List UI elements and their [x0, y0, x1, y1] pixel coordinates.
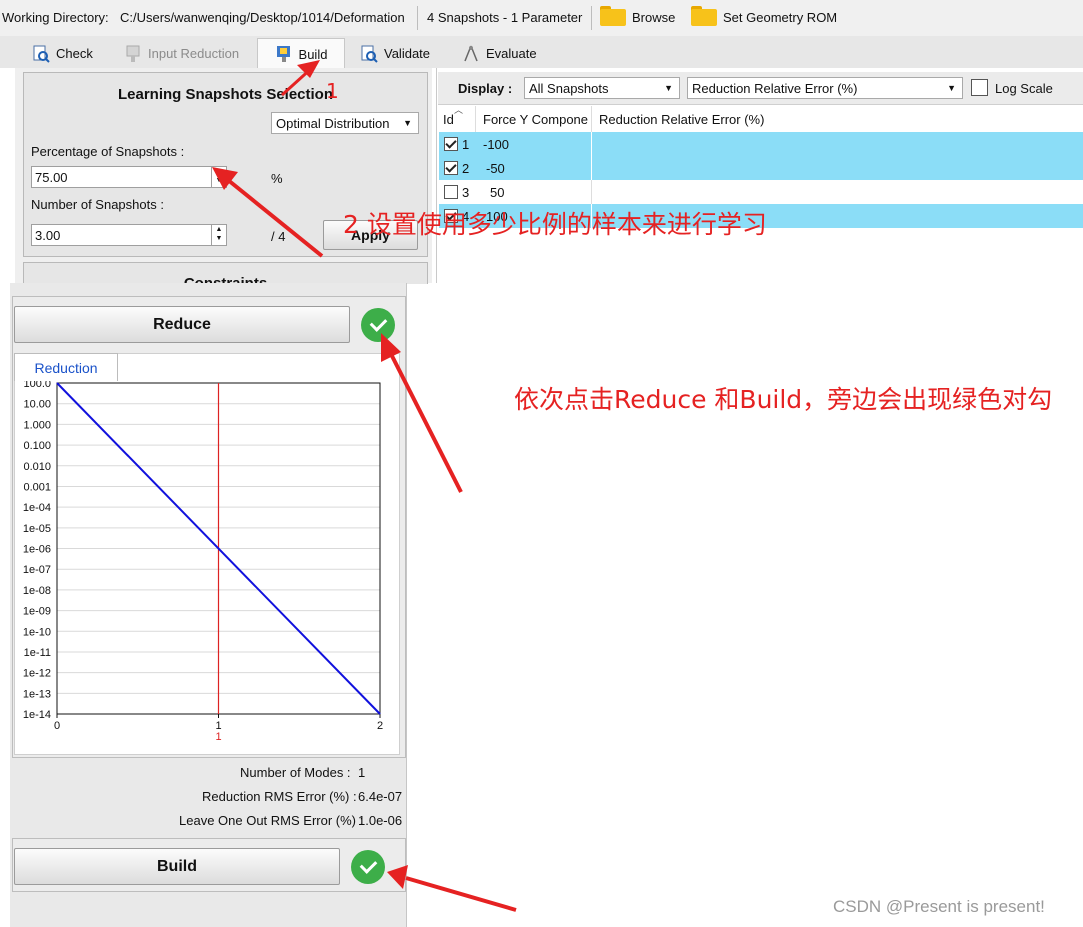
annotation-step-2: 2 设置使用多少比例的样本来进行学习 — [343, 210, 767, 239]
arrow-head — [387, 865, 408, 889]
annotation-step-3: 依次点击Reduce 和Build，旁边会出现绿色对勾 — [514, 385, 1053, 414]
watermark: CSDN @Present is present! — [833, 897, 1045, 916]
arrow-to-build-check — [405, 876, 517, 912]
arrow-to-percentage — [226, 178, 324, 258]
annotation-step-1: 1 — [326, 79, 339, 103]
arrow-to-reduce-check — [388, 351, 463, 493]
arrow-head — [297, 60, 320, 78]
annotation-arrows — [212, 60, 517, 912]
